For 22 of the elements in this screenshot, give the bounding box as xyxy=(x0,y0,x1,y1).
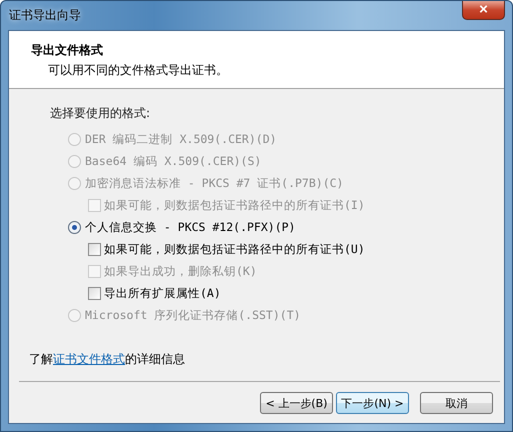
next-button[interactable]: 下一步(N) > xyxy=(336,392,409,414)
option-label: Microsoft 序列化证书存储(.SST)(T) xyxy=(85,308,301,322)
checkbox-label: 如果可能，则数据包括证书路径中的所有证书(I) xyxy=(104,198,365,212)
option-label: 加密消息语法标准 - PKCS #7 证书(.P7B)(C) xyxy=(85,176,344,190)
option-label: Base64 编码 X.509(.CER)(S) xyxy=(85,154,262,168)
format-label: 选择要使用的格式: xyxy=(50,105,152,122)
checkbox-label: 如果导出成功，删除私钥(K) xyxy=(104,264,257,278)
checkbox[interactable] xyxy=(88,286,101,300)
radio-button[interactable] xyxy=(68,220,81,234)
option-label: 个人信息交换 - PKCS #12(.PFX)(P) xyxy=(85,220,296,234)
page-subtitle: 可以用不同的文件格式导出证书。 xyxy=(47,62,229,79)
formats-link[interactable]: 证书文件格式 xyxy=(53,352,125,366)
back-button[interactable]: < 上一步(B) xyxy=(260,392,333,414)
option-label: DER 编码二进制 X.509(.CER)(D) xyxy=(85,132,277,146)
checkbox[interactable] xyxy=(88,242,101,256)
info-text: 了解证书文件格式的详细信息 xyxy=(29,351,186,368)
page-title: 导出文件格式 xyxy=(31,42,104,59)
cancel-button[interactable]: 取消 xyxy=(420,392,493,414)
checkbox-label: 如果可能，则数据包括证书路径中的所有证书(U) xyxy=(104,242,365,256)
checkbox-label: 导出所有扩展属性(A) xyxy=(104,286,221,300)
close-button[interactable]: × xyxy=(462,1,505,20)
window-title: 证书导出向导 xyxy=(8,7,81,24)
